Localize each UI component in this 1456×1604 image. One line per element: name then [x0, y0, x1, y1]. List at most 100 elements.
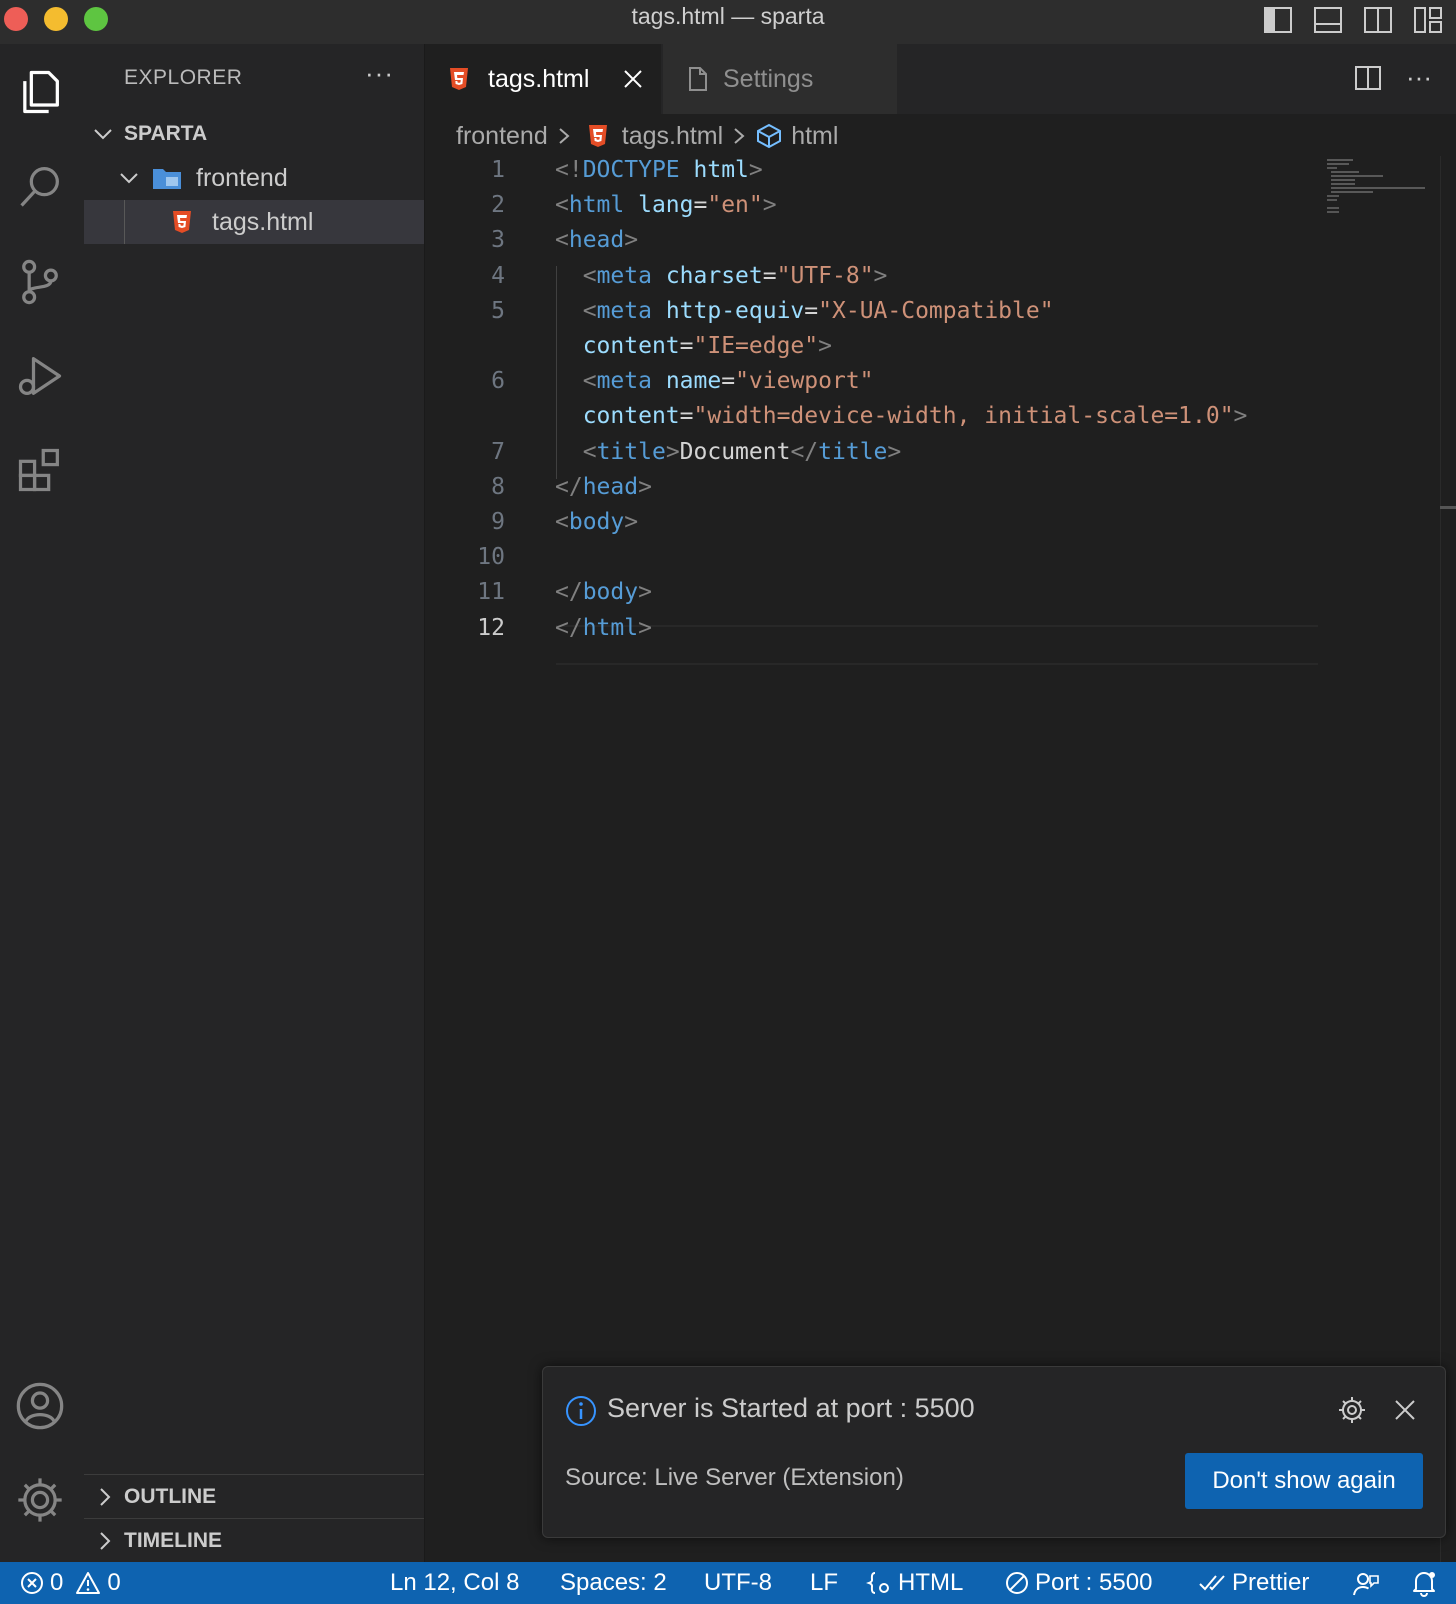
gear-icon[interactable] [1337, 1395, 1367, 1425]
code-line[interactable]: 11 </body> [425, 579, 1325, 615]
cursor-position[interactable]: Ln 12, Col 8 [390, 1569, 519, 1597]
dont-show-again-button[interactable]: Don't show again [1185, 1453, 1423, 1509]
run-debug-activity[interactable] [10, 346, 70, 406]
outline-section[interactable]: OUTLINE [84, 1474, 424, 1519]
source-control-activity[interactable] [10, 252, 70, 312]
toggle-panel-icon[interactable] [1312, 4, 1344, 36]
code-token: lang [638, 192, 694, 219]
code-token: = [679, 333, 694, 359]
toggle-primary-sidebar-icon[interactable] [1262, 4, 1294, 36]
chevron-down-icon [94, 129, 112, 140]
encoding[interactable]: UTF-8 [704, 1569, 772, 1597]
code-token: < [582, 297, 597, 324]
accounts-activity[interactable] [10, 1376, 70, 1436]
breadcrumb-file[interactable]: tags.html [622, 122, 723, 151]
code-line[interactable]: 2 <html lang="en"> [425, 192, 1325, 228]
tree-file-tags-html[interactable]: tags.html [84, 200, 424, 244]
tree-folder-frontend[interactable]: frontend [84, 156, 424, 200]
workspace-folder[interactable]: SPARTA [84, 112, 424, 156]
code-text: content="IE=edge"> [555, 333, 832, 359]
feedback-icon[interactable] [1352, 1570, 1380, 1598]
tab-label: Settings [723, 64, 814, 93]
code-token: > [873, 262, 888, 289]
code-line[interactable]: 9 <body> [425, 509, 1325, 545]
end-of-line[interactable]: LF [810, 1569, 838, 1597]
problems-indicator[interactable]: 0 0 [20, 1569, 121, 1597]
code-line[interactable]: 1 <!DOCTYPE html> [425, 157, 1325, 193]
manage-activity[interactable] [10, 1470, 70, 1530]
code-text: </head> [555, 474, 652, 500]
code-line[interactable]: 3 <head> [425, 227, 1325, 263]
code-line[interactable]: 7 <title>Document</title> [425, 439, 1325, 475]
explorer-more-icon[interactable]: ··· [365, 58, 394, 89]
code-token: content [582, 403, 680, 430]
bell-icon[interactable] [1410, 1569, 1438, 1597]
code-token: = [679, 403, 694, 430]
live-server-port[interactable]: Port : 5500 [1005, 1569, 1152, 1597]
code-token: = [762, 262, 777, 289]
file-icon [689, 67, 707, 91]
language-mode[interactable]: HTML [866, 1569, 963, 1597]
source-control-icon [22, 259, 58, 305]
code-line[interactable]: 8 </head> [425, 474, 1325, 510]
code-token: html [568, 192, 625, 219]
activity-bar [0, 44, 84, 1562]
editor-scrollbar[interactable] [1440, 156, 1456, 1562]
code-line[interactable]: content="IE=edge"> [425, 333, 1325, 369]
indentation[interactable]: Spaces: 2 [560, 1569, 667, 1597]
account-icon [16, 1382, 64, 1430]
timeline-section[interactable]: TIMELINE [84, 1518, 424, 1563]
minimap[interactable] [1325, 158, 1435, 218]
code-token: <! [555, 157, 583, 183]
extensions-activity[interactable] [10, 440, 70, 500]
tab-tags-html[interactable]: tags.html [425, 44, 661, 114]
code-token: > [624, 509, 639, 535]
eol-label: LF [810, 1569, 839, 1596]
code-line[interactable]: 12 </html> [425, 615, 1325, 651]
chevron-right-icon [100, 1532, 111, 1550]
line-number: 9 [491, 509, 505, 535]
code-token: charset [665, 262, 763, 289]
warning-count: 0 [107, 1569, 121, 1596]
code-text: <meta http-equiv="X-UA-Compatible" [555, 298, 1054, 324]
search-activity[interactable] [10, 156, 70, 216]
line-number: 1 [491, 157, 505, 183]
close-icon[interactable] [622, 68, 644, 90]
code-text: <!DOCTYPE html> [555, 157, 763, 183]
toggle-secondary-sidebar-icon[interactable] [1362, 4, 1394, 36]
breadcrumb-folder[interactable]: frontend [456, 122, 548, 151]
line-number: 7 [491, 438, 505, 465]
code-token: > [1233, 403, 1248, 430]
timeline-label: TIMELINE [124, 1529, 222, 1552]
code-text: </body> [555, 579, 652, 605]
customize-layout-icon[interactable] [1412, 4, 1444, 36]
code-line[interactable]: 10 [425, 544, 1325, 580]
info-icon [566, 1396, 596, 1426]
prettier-status[interactable]: Prettier [1198, 1569, 1309, 1597]
code-line[interactable]: content="width=device-width, initial-sca… [425, 403, 1325, 439]
code-token: </ [555, 473, 583, 500]
code-token: "en" [707, 192, 763, 219]
close-icon[interactable] [1393, 1398, 1417, 1422]
html5-icon [450, 68, 468, 90]
explorer-activity[interactable] [10, 62, 70, 122]
code-line[interactable]: 4 <meta charset="UTF-8"> [425, 263, 1325, 299]
code-token: > [762, 192, 777, 219]
more-actions-icon[interactable]: ··· [1406, 62, 1432, 93]
split-editor-icon[interactable] [1354, 64, 1382, 92]
code-line[interactable]: 5 <meta http-equiv="X-UA-Compatible" [425, 298, 1325, 334]
code-token: "X-UA-Compatible" [818, 297, 1054, 324]
error-count: 0 [50, 1569, 64, 1596]
line-number: 4 [491, 262, 505, 289]
chevron-right-icon [100, 1488, 111, 1506]
code-token: > [638, 473, 652, 500]
files-icon [23, 70, 59, 114]
code-line[interactable]: 6 <meta name="viewport" [425, 368, 1325, 404]
breadcrumb-symbol[interactable]: html [791, 122, 838, 151]
tab-settings[interactable]: Settings [663, 44, 897, 114]
cursor-position-label: Ln 12, Col 8 [390, 1569, 520, 1596]
code-token: html [693, 157, 749, 183]
